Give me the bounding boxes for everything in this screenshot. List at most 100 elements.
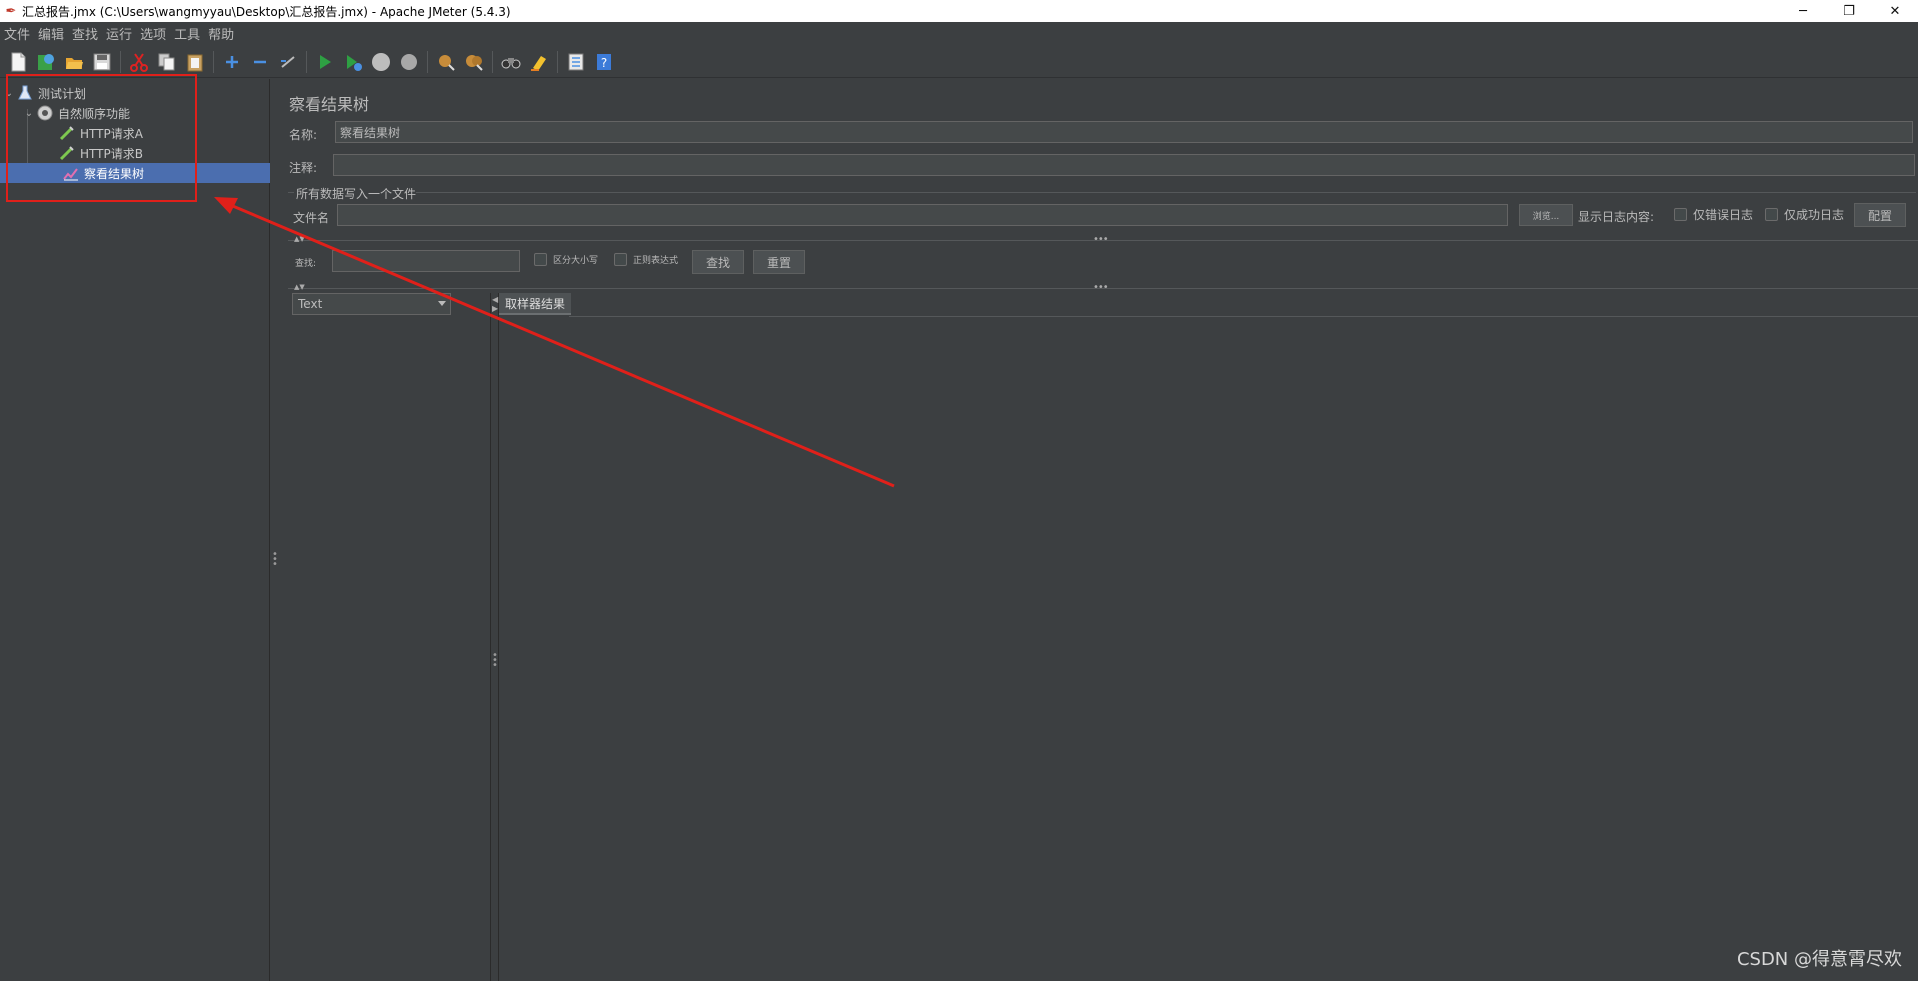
menu-bar: 文件 编辑 查找 运行 选项 工具 帮助	[0, 22, 1918, 44]
regex-label: 正则表达式	[633, 256, 679, 266]
tree-item-label: HTTP请求B	[80, 146, 143, 161]
group-border	[288, 192, 294, 193]
reset-button[interactable]: 重置	[753, 250, 805, 274]
split-collapse-arrows[interactable]: ▲▼	[294, 283, 305, 291]
tree-item-thread-group[interactable]: ⌄ 自然顺序功能	[22, 103, 130, 123]
tree-item-http-request-a[interactable]: HTTP请求A	[58, 123, 143, 143]
help-icon[interactable]: ?	[592, 50, 616, 74]
regex-checkbox[interactable]: 正则表达式	[614, 253, 678, 266]
new-icon[interactable]	[6, 50, 30, 74]
minimize-button[interactable]: ─	[1780, 0, 1826, 22]
clear-all-icon[interactable]	[462, 50, 486, 74]
paste-icon[interactable]	[183, 50, 207, 74]
http-sampler-icon	[58, 144, 76, 162]
menu-options[interactable]: 选项	[140, 24, 172, 43]
tree-item-label: 自然顺序功能	[58, 106, 131, 121]
dropdown-arrow-icon[interactable]	[438, 301, 446, 306]
checkbox-box[interactable]	[614, 253, 627, 266]
restore-button[interactable]: ❐	[1826, 0, 1872, 22]
clear-icon[interactable]	[434, 50, 458, 74]
horizontal-splitter-handle[interactable]: •••	[1093, 234, 1109, 245]
window-title: 汇总报告.jmx (C:\Users\wangmyyau\Desktop\汇总报…	[22, 4, 511, 19]
checkbox-box[interactable]	[1765, 208, 1778, 221]
case-sensitive-label: 区分大小写	[553, 256, 599, 266]
function-helper-icon[interactable]	[564, 50, 588, 74]
renderer-select[interactable]: Text	[292, 293, 451, 315]
case-sensitive-checkbox[interactable]: 区分大小写	[534, 253, 598, 266]
errors-only-label: 仅错误日志	[1693, 208, 1754, 222]
errors-only-checkbox[interactable]: 仅错误日志	[1674, 206, 1753, 223]
horizontal-splitter-handle[interactable]: •••	[1093, 282, 1109, 293]
copy-icon[interactable]	[155, 50, 179, 74]
search-input[interactable]	[332, 250, 520, 272]
chevron-down-icon[interactable]: ⌄	[2, 88, 16, 99]
checkbox-box[interactable]	[1674, 208, 1687, 221]
tree-item-view-results-tree[interactable]: 察看结果树	[0, 163, 270, 183]
tree-item-label: 测试计划	[38, 86, 87, 101]
successes-only-checkbox[interactable]: 仅成功日志	[1765, 206, 1844, 223]
toolbar-separator	[213, 50, 214, 73]
start-no-pause-icon[interactable]	[341, 50, 365, 74]
tab-scroll-arrows[interactable]: ◀ ▶	[492, 295, 498, 313]
listener-icon	[62, 164, 80, 182]
comment-field[interactable]	[333, 154, 1915, 176]
view-results-tree-panel: 察看结果树 名称: 注释: 所有数据写入一个文件 文件名 浏览... 显示日志内…	[276, 79, 1918, 981]
jmeter-feather-icon: ✒	[5, 3, 17, 19]
test-plan-icon	[16, 84, 34, 102]
stop-icon[interactable]	[369, 50, 393, 74]
menu-search[interactable]: 查找	[72, 24, 104, 43]
menu-file[interactable]: 文件	[4, 24, 36, 43]
tab-strip-border	[569, 316, 1918, 317]
save-icon[interactable]	[90, 50, 114, 74]
tree-item-test-plan[interactable]: ⌄ 测试计划	[2, 83, 86, 103]
filename-field[interactable]	[337, 204, 1508, 226]
search-label: 查找:	[295, 259, 317, 269]
collapse-icon[interactable]	[248, 50, 272, 74]
configure-button[interactable]: 配置	[1854, 203, 1906, 227]
cut-icon[interactable]	[127, 50, 151, 74]
reset-search-icon[interactable]	[527, 50, 551, 74]
tree-item-label: 察看结果树	[84, 166, 145, 181]
log-display-label: 显示日志内容:	[1578, 210, 1655, 224]
results-splitter	[498, 293, 499, 981]
menu-help[interactable]: 帮助	[208, 24, 240, 43]
http-sampler-icon	[58, 124, 76, 142]
menu-edit[interactable]: 编辑	[38, 24, 70, 43]
shutdown-icon[interactable]	[397, 50, 421, 74]
expand-icon[interactable]	[220, 50, 244, 74]
start-icon[interactable]	[313, 50, 337, 74]
search-icon[interactable]	[499, 50, 523, 74]
toolbar: ?	[0, 46, 1918, 78]
results-splitter-handle[interactable]: • • •	[492, 651, 498, 671]
search-button[interactable]: 查找	[692, 250, 744, 274]
menu-tools[interactable]: 工具	[174, 24, 206, 43]
split-collapse-arrows[interactable]: ▲▼	[294, 235, 305, 243]
watermark: CSDN @得意霄尽欢	[1736, 949, 1902, 970]
toolbar-separator	[427, 50, 428, 73]
window-controls: ─ ❐ ✕	[1780, 0, 1918, 22]
toolbar-separator	[557, 50, 558, 73]
file-section-label: 所有数据写入一个文件	[296, 187, 417, 201]
toolbar-separator	[492, 50, 493, 73]
menu-run[interactable]: 运行	[106, 24, 138, 43]
toggle-icon[interactable]	[276, 50, 300, 74]
svg-text:?: ?	[601, 56, 607, 70]
comment-label: 注释:	[289, 161, 318, 175]
tree-item-label: HTTP请求A	[80, 126, 143, 141]
name-label: 名称:	[289, 128, 318, 142]
tree-item-http-request-b[interactable]: HTTP请求B	[58, 143, 143, 163]
open-icon[interactable]	[62, 50, 86, 74]
results-splitter[interactable]	[490, 293, 491, 981]
test-plan-tree: ⌄ 测试计划 ⌄ 自然顺序功能 HTTP请求A HTTP请求B 察看结果树	[0, 79, 270, 981]
templates-icon[interactable]	[34, 50, 58, 74]
title-bar: ✒ 汇总报告.jmx (C:\Users\wangmyyau\Desktop\汇…	[0, 0, 1918, 22]
close-button[interactable]: ✕	[1872, 0, 1918, 22]
checkbox-box[interactable]	[534, 253, 547, 266]
browse-button[interactable]: 浏览...	[1519, 204, 1573, 226]
group-border	[416, 192, 1916, 193]
name-field[interactable]	[335, 121, 1913, 143]
chevron-down-icon[interactable]: ⌄	[22, 108, 36, 119]
toolbar-separator	[120, 50, 121, 73]
filename-label: 文件名	[293, 211, 330, 225]
tab-sampler-result[interactable]: 取样器结果	[499, 293, 572, 315]
